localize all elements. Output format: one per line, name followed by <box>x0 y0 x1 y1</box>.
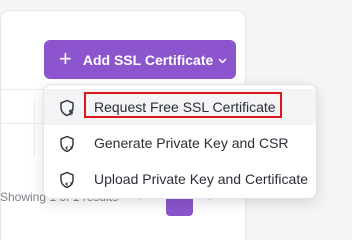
menu-item-label: Generate Private Key and CSR <box>94 135 289 151</box>
add-ssl-certificate-button[interactable]: + Add SSL Certificate <box>44 40 236 79</box>
svg-text:$: $ <box>69 109 74 117</box>
menu-item-request-free-ssl[interactable]: $ Request Free SSL Certificate <box>44 89 316 125</box>
menu-item-generate-private-key-csr[interactable]: Generate Private Key and CSR <box>44 125 316 161</box>
add-ssl-certificate-label: Add SSL Certificate <box>82 51 214 68</box>
shield-code-icon <box>58 171 76 189</box>
menu-item-upload-private-key-certificate[interactable]: Upload Private Key and Certificate <box>44 161 316 197</box>
shield-dollar-icon: $ <box>58 99 76 117</box>
shield-code-icon <box>58 135 76 153</box>
plus-icon: + <box>59 45 72 71</box>
menu-item-label: Upload Private Key and Certificate <box>94 171 308 187</box>
chevron-down-icon <box>218 57 227 64</box>
column-divider <box>34 101 35 157</box>
menu-item-label: Request Free SSL Certificate <box>94 99 276 115</box>
add-ssl-dropdown-menu: $ Request Free SSL Certificate Generate … <box>43 84 317 199</box>
